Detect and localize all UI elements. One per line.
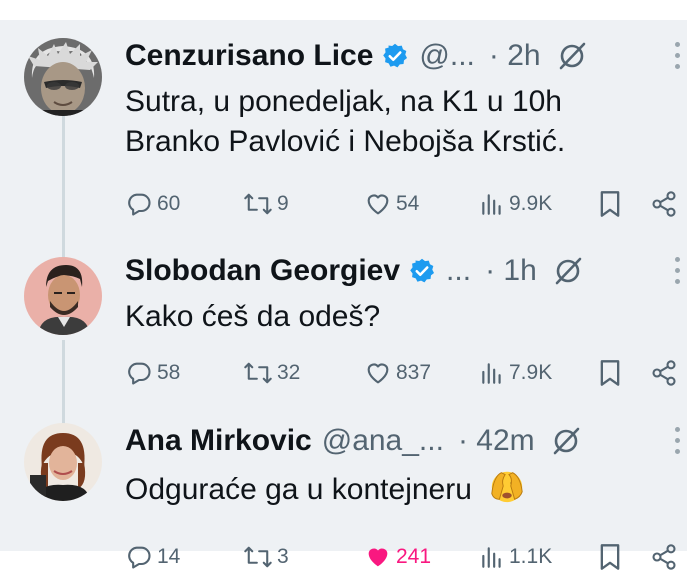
author-handle[interactable]: ... [446, 254, 471, 288]
tweet-text: Odguraće ga u kontejneru [125, 467, 526, 510]
reply-button[interactable]: 60 [125, 190, 180, 218]
tweet-text-line: Sutra, u ponedeljak, na K1 u 10h [125, 85, 562, 118]
reply-button[interactable]: 14 [125, 543, 180, 571]
author-handle[interactable]: @ana_... [322, 424, 444, 458]
views-icon [482, 547, 501, 568]
repost-count: 9 [277, 192, 289, 215]
reply-count: 14 [157, 545, 181, 568]
share-icon [652, 191, 676, 217]
grok-icon[interactable] [551, 426, 581, 456]
repost-icon [244, 193, 272, 215]
tweet-text-line: Odguraće ga u kontejneru [125, 473, 472, 506]
grok-icon[interactable] [557, 41, 587, 71]
avatar[interactable] [24, 257, 102, 335]
views-icon [482, 363, 501, 384]
tweet-text-line: Kako ćeš da odeš? [125, 300, 381, 333]
author-name[interactable]: Cenzurisano Lice [125, 39, 373, 73]
verified-badge-icon [383, 43, 408, 68]
like-count: 837 [396, 361, 432, 384]
views-icon [482, 194, 501, 215]
tweet[interactable]: Slobodan Georgiev ... · 1h Kako ćeš da o… [0, 251, 687, 421]
bookmark-icon [600, 191, 620, 217]
face-with-peeking-eye-emoji [491, 471, 523, 503]
repost-icon [244, 546, 272, 568]
like-count: 54 [396, 192, 420, 215]
more-options-icon[interactable] [675, 42, 681, 69]
tweet[interactable]: Cenzurisano Lice @... · 2h Sutra, u pone… [0, 36, 687, 236]
action-bar: 58 32 837 7.9K [0, 357, 687, 391]
bookmark-icon [600, 360, 620, 386]
share-button[interactable] [650, 543, 678, 571]
views-button[interactable]: 1.1K [479, 543, 552, 571]
view-count: 1.1K [509, 545, 553, 568]
bookmark-button[interactable] [598, 190, 622, 218]
timestamp[interactable]: · 2h [489, 39, 541, 73]
like-button[interactable]: 241 [364, 543, 431, 571]
thread-container: Cenzurisano Lice @... · 2h Sutra, u pone… [0, 20, 687, 570]
author-name[interactable]: Ana Mirkovic [125, 424, 312, 458]
avatar[interactable] [24, 38, 102, 116]
reply-count: 58 [157, 361, 181, 384]
share-button[interactable] [650, 190, 678, 218]
views-button[interactable]: 9.9K [479, 190, 552, 218]
author-name[interactable]: Slobodan Georgiev [125, 254, 400, 288]
view-count: 7.9K [509, 361, 553, 384]
bookmark-icon [600, 544, 620, 570]
timestamp[interactable]: · 1h [485, 254, 537, 288]
reply-button[interactable]: 58 [125, 359, 180, 387]
repost-count: 3 [277, 545, 289, 568]
heart-icon [368, 548, 388, 567]
author-handle[interactable]: @... [419, 39, 474, 73]
like-button[interactable]: 54 [364, 190, 419, 218]
views-button[interactable]: 7.9K [479, 359, 552, 387]
tweet-text: Kako ćeš da odeš? [125, 297, 380, 337]
verified-badge-icon [410, 258, 435, 283]
repost-icon [244, 362, 272, 384]
bookmark-button[interactable] [598, 359, 622, 387]
repost-count: 32 [277, 361, 301, 384]
bookmark-button[interactable] [598, 543, 622, 571]
share-icon [652, 544, 676, 570]
tweet-header: Ana Mirkovic @ana_... · 42m [125, 421, 581, 461]
repost-button[interactable]: 3 [243, 543, 289, 571]
reply-icon [128, 193, 151, 216]
reply-icon [128, 362, 151, 385]
view-count: 9.9K [509, 192, 553, 215]
like-button[interactable]: 837 [364, 359, 431, 387]
reply-icon [128, 546, 151, 569]
reply-count: 60 [157, 192, 181, 215]
tweet-text-line: Branko Pavlović i Nebojša Krstić. [125, 125, 566, 158]
tweet-header: Slobodan Georgiev ... · 1h [125, 251, 583, 291]
like-count: 241 [396, 545, 432, 568]
more-options-icon[interactable] [675, 427, 681, 454]
tweet[interactable]: Ana Mirkovic @ana_... · 42m Odguraće ga … [0, 421, 687, 570]
timestamp[interactable]: · 42m [458, 424, 535, 458]
share-button[interactable] [650, 359, 678, 387]
avatar[interactable] [24, 423, 102, 501]
repost-button[interactable]: 9 [243, 190, 289, 218]
grok-icon[interactable] [553, 256, 583, 286]
heart-icon [367, 363, 389, 384]
tweet-header: Cenzurisano Lice @... · 2h [125, 36, 587, 76]
action-bar: 60 9 54 9.9K [0, 188, 687, 222]
repost-button[interactable]: 32 [243, 359, 300, 387]
more-options-icon[interactable] [675, 257, 681, 284]
tweet-text: Sutra, u ponedeljak, na K1 u 10h Branko … [125, 82, 565, 162]
share-icon [652, 360, 676, 386]
heart-icon [367, 194, 389, 215]
